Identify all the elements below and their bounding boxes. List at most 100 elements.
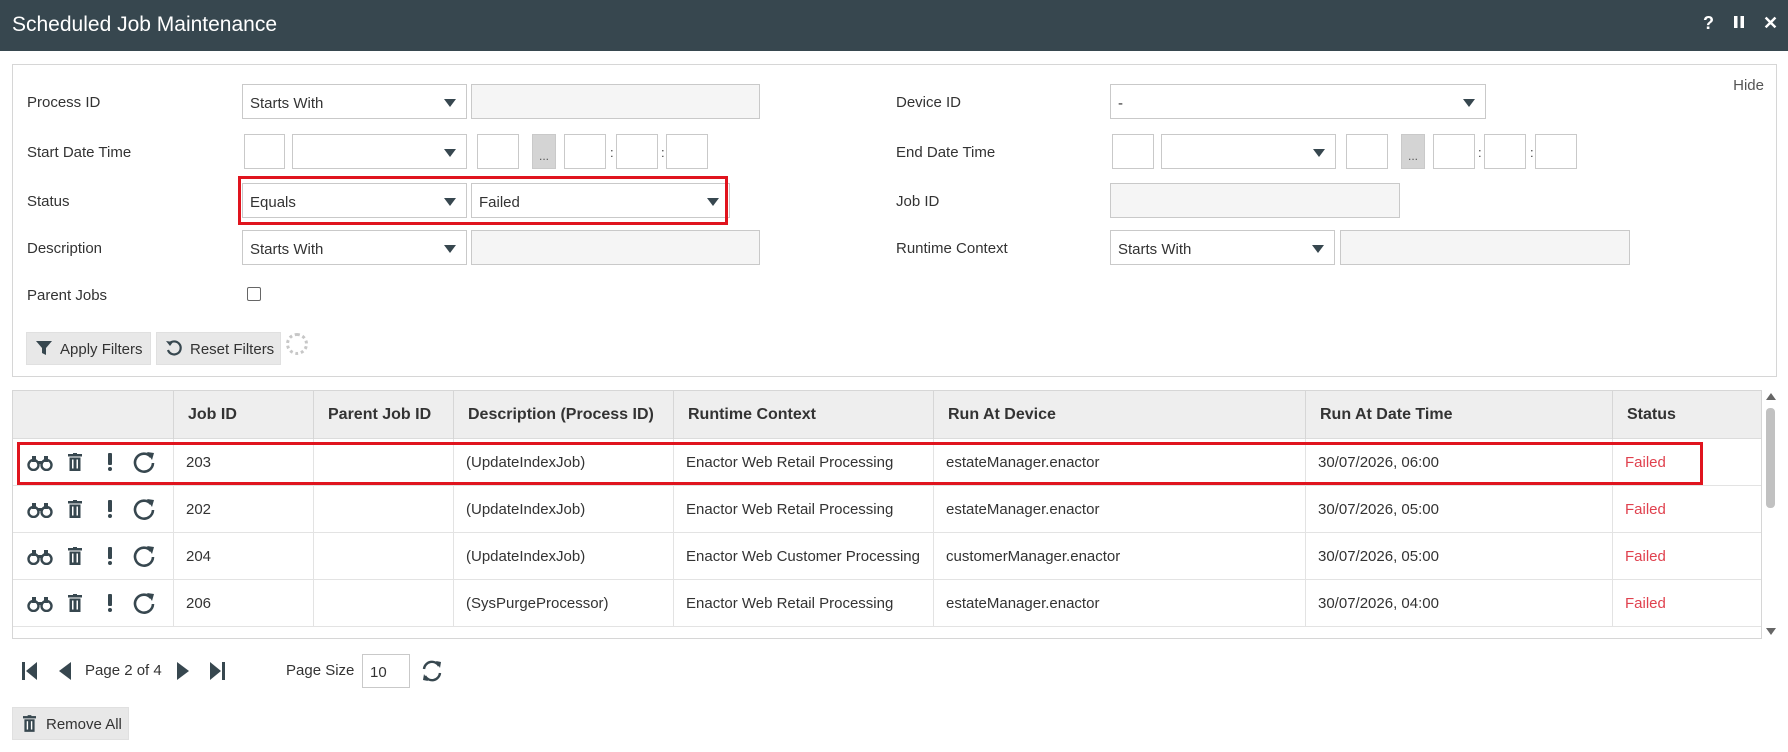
remove-all-button[interactable]: Remove All <box>12 707 129 740</box>
device-id-select[interactable]: - <box>1110 84 1486 119</box>
start-year-field[interactable] <box>477 134 519 169</box>
description-cell: (UpdateIndexJob) <box>454 486 674 533</box>
parent-job-id-cell <box>314 486 454 533</box>
end-date-picker-button[interactable]: ... <box>1401 134 1425 169</box>
runtime-context-operator-select[interactable]: Starts With <box>1110 230 1335 265</box>
chevron-down-icon <box>444 245 456 253</box>
reset-filters-button[interactable]: Reset Filters <box>156 332 281 365</box>
close-button[interactable]: ✕ <box>1763 13 1778 34</box>
status-filter-highlight <box>238 176 728 225</box>
refresh-icon[interactable] <box>421 660 443 682</box>
pause-button[interactable] <box>1733 15 1745 33</box>
exclamation-icon[interactable] <box>107 547 113 565</box>
binoculars-icon[interactable] <box>27 502 53 518</box>
start-date-time-label: Start Date Time <box>27 144 132 161</box>
window-title: Scheduled Job Maintenance <box>12 13 278 36</box>
process-id-label: Process ID <box>27 94 101 111</box>
process-id-input[interactable] <box>471 84 760 119</box>
pause-icon <box>1734 16 1744 28</box>
refresh-icon[interactable] <box>132 591 156 615</box>
process-id-operator-select[interactable]: Starts With <box>242 84 467 119</box>
run-at-date-time-cell: 30/07/2026, 05:00 <box>1306 533 1613 580</box>
description-operator-value: Starts With <box>250 241 324 258</box>
runtime-context-label: Runtime Context <box>896 240 1008 257</box>
previous-page-icon[interactable] <box>58 662 72 680</box>
hide-filters-link[interactable]: Hide <box>1733 77 1764 94</box>
page-indicator: Page 2 of 4 <box>85 662 162 679</box>
end-minute-field[interactable] <box>1484 134 1526 169</box>
runtime-context-input[interactable] <box>1340 230 1630 265</box>
page-size-label: Page Size <box>286 662 355 679</box>
trash-icon <box>23 715 36 732</box>
pager: Page 2 of 4 Page Size 10 <box>0 650 500 690</box>
column-header[interactable]: Runtime Context <box>674 391 934 439</box>
description-cell: (SysPurgeProcessor) <box>454 580 674 627</box>
start-second-field[interactable] <box>666 134 708 169</box>
start-date-select[interactable] <box>292 134 467 169</box>
end-date-select[interactable] <box>1161 134 1336 169</box>
first-page-icon[interactable] <box>22 662 38 680</box>
next-page-icon[interactable] <box>176 662 190 680</box>
description-input[interactable] <box>471 230 760 265</box>
trash-icon[interactable] <box>68 500 82 518</box>
refresh-icon[interactable] <box>132 544 156 568</box>
apply-filters-button[interactable]: Apply Filters <box>26 332 151 365</box>
chevron-down-icon <box>1313 149 1325 157</box>
status-label: Status <box>27 193 70 210</box>
scroll-down-icon[interactable] <box>1766 628 1776 635</box>
trash-icon[interactable] <box>68 547 82 565</box>
refresh-icon[interactable] <box>132 497 156 521</box>
time-separator: : <box>1478 145 1482 160</box>
start-date-field[interactable] <box>244 134 285 169</box>
job-id-input[interactable] <box>1110 183 1400 218</box>
process-id-operator-value: Starts With <box>250 95 324 112</box>
column-header[interactable]: Job ID <box>174 391 314 439</box>
status-cell: Failed <box>1625 595 1666 612</box>
start-date-picker-button[interactable]: ... <box>532 134 556 169</box>
page-size-input[interactable]: 10 <box>362 654 410 688</box>
column-header[interactable]: Description (Process ID) <box>454 391 674 439</box>
runtime-context-operator-value: Starts With <box>1118 241 1192 258</box>
description-cell: (UpdateIndexJob) <box>454 533 674 580</box>
binoculars-icon[interactable] <box>27 596 53 612</box>
column-header[interactable]: Parent Job ID <box>314 391 454 439</box>
grid-scrollbar[interactable] <box>1764 390 1777 639</box>
parent-jobs-checkbox[interactable] <box>247 287 261 301</box>
column-header[interactable]: Run At Date Time <box>1306 391 1613 439</box>
job-id-cell: 204 <box>174 533 314 580</box>
parent-jobs-label: Parent Jobs <box>27 287 108 304</box>
end-second-field[interactable] <box>1535 134 1577 169</box>
start-hour-field[interactable] <box>564 134 606 169</box>
run-at-date-time-cell: 30/07/2026, 04:00 <box>1306 580 1613 627</box>
filter-panel: Hide Process ID Starts With Device ID - … <box>12 64 1777 377</box>
device-id-label: Device ID <box>896 94 962 111</box>
exclamation-icon[interactable] <box>107 594 113 612</box>
column-header[interactable]: Run At Device <box>934 391 1306 439</box>
end-hour-field[interactable] <box>1433 134 1475 169</box>
time-separator: : <box>1530 145 1534 160</box>
end-year-field[interactable] <box>1346 134 1388 169</box>
table-row[interactable]: 204 (UpdateIndexJob) Enactor Web Custome… <box>13 533 1761 580</box>
scroll-up-icon[interactable] <box>1766 393 1776 400</box>
time-separator: : <box>661 145 665 160</box>
undo-icon <box>166 340 182 356</box>
run-at-date-time-cell: 30/07/2026, 05:00 <box>1306 486 1613 533</box>
chevron-down-icon <box>1312 245 1324 253</box>
chevron-down-icon <box>444 149 456 157</box>
binoculars-icon[interactable] <box>27 549 53 565</box>
grid-header: Job ID Parent Job ID Description (Proces… <box>13 391 1761 439</box>
help-button[interactable]: ? <box>1703 13 1714 34</box>
column-header[interactable]: Status <box>1613 391 1761 439</box>
end-date-field[interactable] <box>1112 134 1154 169</box>
loading-spinner-icon <box>286 333 308 355</box>
runtime-context-cell: Enactor Web Customer Processing <box>674 533 934 580</box>
description-operator-select[interactable]: Starts With <box>242 230 467 265</box>
table-row[interactable]: 206 (SysPurgeProcessor) Enactor Web Reta… <box>13 580 1761 627</box>
exclamation-icon[interactable] <box>107 500 113 518</box>
trash-icon[interactable] <box>68 594 82 612</box>
scroll-thumb[interactable] <box>1766 408 1775 508</box>
table-row[interactable]: 202 (UpdateIndexJob) Enactor Web Retail … <box>13 486 1761 533</box>
start-minute-field[interactable] <box>616 134 658 169</box>
parent-job-id-cell <box>314 580 454 627</box>
last-page-icon[interactable] <box>209 662 225 680</box>
